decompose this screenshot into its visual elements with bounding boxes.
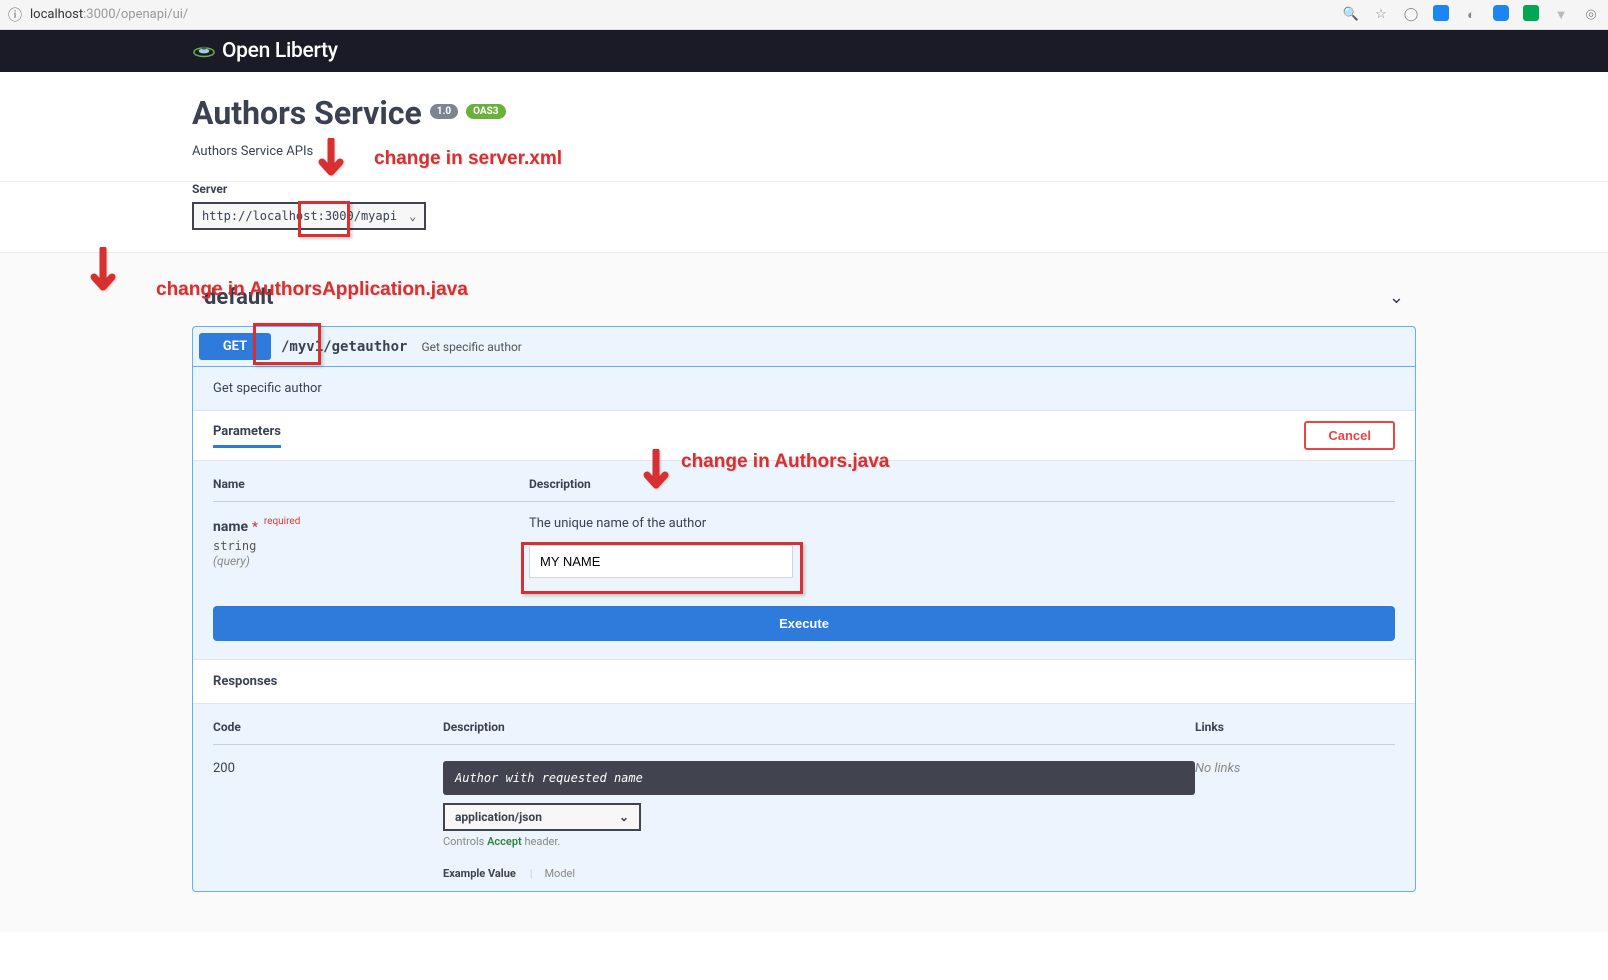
operations-area: change in AuthorsApplication.java defaul…	[0, 253, 1608, 932]
responses-header: Responses	[193, 659, 1415, 704]
green-icon[interactable]	[1522, 5, 1540, 25]
parameters-header: Parameters Cancel	[193, 411, 1415, 461]
monitor-icon[interactable]	[1432, 5, 1450, 25]
param-description: The unique name of the author	[529, 516, 1395, 531]
response-code: 200	[213, 761, 443, 881]
tag-name: default	[204, 285, 274, 310]
annotation-arrow-2	[88, 247, 118, 308]
responses-table: Code Description Links 200 Author with r…	[193, 704, 1415, 891]
param-head-desc: Description	[529, 477, 1395, 491]
operation-summary[interactable]: GET /myv1/getauthor Get specific author	[193, 327, 1415, 367]
api-info-block: Authors Service 1.0 OAS3 Authors Service…	[0, 72, 1608, 182]
media-type-select[interactable]: application/json ⌄	[443, 803, 641, 831]
param-head-name: Name	[213, 477, 529, 491]
profile-icon[interactable]: ◎	[1582, 7, 1600, 22]
tag-header[interactable]: default ⌄	[192, 273, 1416, 322]
example-tabs: Example Value | Model	[443, 862, 1195, 881]
zoom-icon[interactable]: 🔍	[1342, 7, 1360, 22]
resp-head-code: Code	[213, 720, 443, 734]
annotation-box-1	[298, 201, 350, 237]
star-icon[interactable]: ☆	[1372, 7, 1390, 22]
media-hint: Controls Accept header.	[443, 835, 1195, 848]
param-row: name * required string (query) The uniqu…	[213, 502, 1395, 578]
info-icon: ⓘ	[8, 5, 22, 25]
chevron-down-icon: ⌄	[619, 810, 629, 824]
zoom-blue-icon[interactable]	[1492, 5, 1510, 25]
brand-text: Open Liberty	[222, 39, 338, 63]
tab-example-value[interactable]: Example Value	[443, 867, 526, 880]
cancel-button[interactable]: Cancel	[1304, 421, 1395, 450]
open-liberty-logo-icon	[192, 39, 216, 63]
circle-icon[interactable]: ◯	[1402, 7, 1420, 22]
media-value: application/json	[455, 810, 542, 824]
operation-description: Get specific author	[193, 367, 1415, 411]
resp-head-links: Links	[1195, 720, 1395, 734]
version-badge: 1.0	[430, 104, 458, 119]
api-description: Authors Service APIs	[192, 144, 1416, 159]
url-host: localhost	[30, 7, 83, 22]
operation-block: GET /myv1/getauthor Get specific author …	[192, 326, 1416, 892]
browser-right-icons: 🔍 ☆ ◯ ◐ ▼ ◎	[1342, 5, 1600, 25]
response-row: 200 Author with requested name applicati…	[213, 745, 1395, 881]
response-links: No links	[1195, 761, 1395, 881]
browser-address-bar: ⓘ localhost:3000/openapi/ui/ 🔍 ☆ ◯ ◐ ▼ ◎	[0, 0, 1608, 30]
response-desc-box: Author with requested name	[443, 761, 1195, 795]
param-required: required	[264, 516, 300, 527]
api-title: Authors Service	[192, 94, 422, 132]
chevron-down-icon: ⌄	[1389, 287, 1404, 308]
globe-icon[interactable]: ◐	[1462, 7, 1480, 23]
server-label: Server	[192, 182, 1416, 196]
oas-badge: OAS3	[466, 104, 505, 119]
param-location: (query)	[213, 554, 529, 568]
server-block: Server http://localhost:3000/myapi ⌄	[0, 182, 1608, 253]
chevron-icon[interactable]: ▼	[1552, 7, 1570, 23]
parameters-tab[interactable]: Parameters	[213, 424, 281, 448]
url-path: /openapi/ui/	[116, 7, 189, 22]
chevron-down-icon: ⌄	[409, 209, 416, 223]
param-name: name	[213, 519, 248, 535]
annotation-box-2	[253, 323, 321, 365]
url-port: :3000	[83, 7, 115, 22]
annotation-box-3	[521, 542, 803, 594]
operation-summary-text: Get specific author	[421, 340, 521, 354]
parameters-table: change in Authors.java Name Description …	[193, 461, 1415, 606]
resp-head-desc: Description	[443, 720, 1195, 734]
top-header: Open Liberty	[0, 30, 1608, 72]
param-type: string	[213, 539, 529, 553]
execute-button[interactable]: Execute	[213, 606, 1395, 641]
param-star: *	[252, 520, 258, 535]
tab-model[interactable]: Model	[544, 867, 585, 880]
